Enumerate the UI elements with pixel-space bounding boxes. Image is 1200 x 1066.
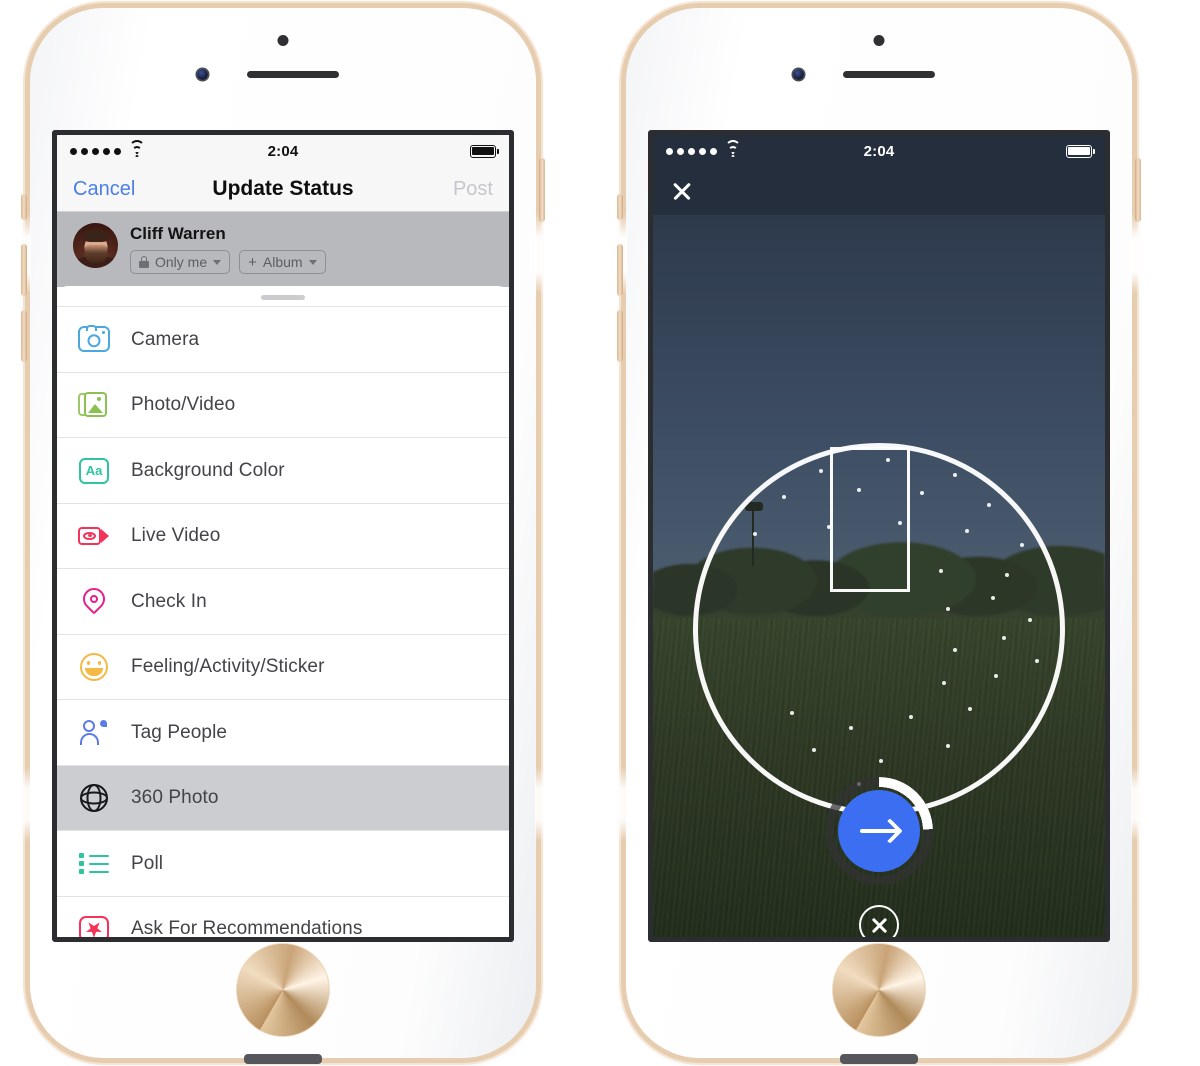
smiley-icon: [78, 651, 110, 683]
live-video-icon: [78, 520, 110, 552]
privacy-selector[interactable]: Only me: [130, 250, 231, 275]
status-bar: 2:04: [57, 135, 509, 167]
360-sphere-icon: [78, 782, 110, 814]
sheet-item-camera[interactable]: Camera: [57, 306, 509, 372]
front-camera-icon: [793, 69, 804, 80]
status-bar-time: 2:04: [267, 142, 299, 160]
sheet-item-recommendations[interactable]: Ask For Recommendations: [57, 895, 509, 939]
capture-navbar: [653, 167, 1105, 215]
sheet-item-check-in[interactable]: Check In: [57, 568, 509, 634]
sheet-item-label: Ask For Recommendations: [131, 918, 363, 939]
volume-down-button[interactable]: [617, 310, 623, 362]
battery-icon: [470, 144, 500, 158]
sheet-item-label: Feeling/Activity/Sticker: [131, 656, 325, 677]
right-phone-screen: 2:04: [648, 130, 1110, 942]
mute-switch[interactable]: [21, 194, 27, 220]
plus-icon: +: [248, 253, 257, 271]
earpiece-speaker: [247, 71, 339, 78]
shutter-control[interactable]: [825, 777, 933, 885]
bottom-speaker: [244, 1054, 322, 1064]
poll-icon: [78, 848, 110, 880]
avatar-hair: [82, 230, 109, 243]
screenshot-stage: 2:04 Cancel Update Status Post Cliff War…: [0, 0, 1200, 1066]
bottom-speaker: [840, 1054, 918, 1064]
sheet-item-label: Poll: [131, 852, 164, 874]
navigation-bar: Cancel Update Status Post: [57, 167, 509, 212]
lock-icon: [139, 256, 149, 269]
arrow-right-icon: [860, 829, 898, 833]
page-title: Update Status: [212, 177, 354, 200]
proximity-sensor-icon: [277, 35, 289, 46]
earpiece-speaker: [843, 71, 935, 78]
chevron-down-icon: [213, 259, 222, 265]
sheet-item-tag-people[interactable]: Tag People: [57, 699, 509, 765]
album-label: Album: [262, 254, 303, 271]
capture-screen: [653, 167, 1105, 937]
sheet-item-photo-video[interactable]: Photo/Video: [57, 371, 509, 438]
proximity-sensor-icon: [873, 35, 885, 46]
camera-viewport[interactable]: [653, 215, 1105, 937]
user-name: Cliff Warren: [130, 224, 226, 243]
left-phone-screen: 2:04 Cancel Update Status Post Cliff War…: [52, 130, 514, 942]
capture-next-button[interactable]: [838, 790, 920, 872]
close-icon[interactable]: [671, 180, 693, 202]
sheet-item-label: Check In: [131, 590, 207, 612]
location-pin-icon: [78, 582, 110, 618]
sheet-item-label: Photo/Video: [131, 394, 236, 415]
composer-chips: Only me + Album: [130, 250, 326, 275]
cancel-capture-icon[interactable]: [859, 905, 899, 937]
volume-up-button[interactable]: [617, 244, 623, 296]
photo-video-icon: [78, 389, 110, 421]
status-bar-right: [1066, 144, 1096, 158]
recommendations-icon: [78, 913, 110, 937]
power-button[interactable]: [1135, 158, 1141, 222]
sheet-item-label: Live Video: [131, 525, 221, 546]
album-selector[interactable]: + Album: [239, 250, 326, 275]
right-phone-device: 2:04: [617, 1, 1141, 1065]
chevron-down-icon: [308, 259, 317, 265]
action-sheet: Camera Photo/Video Aa Background Color L…: [57, 286, 509, 939]
avatar-beard: [84, 244, 107, 263]
home-button[interactable]: [237, 944, 329, 1036]
status-bar-right: [470, 144, 500, 158]
composer-meta: Cliff Warren Only me + Album: [130, 223, 326, 275]
volume-up-button[interactable]: [21, 244, 27, 296]
privacy-label: Only me: [155, 254, 208, 271]
camera-icon: [78, 324, 110, 356]
sheet-item-live-video[interactable]: Live Video: [57, 502, 509, 569]
mute-switch[interactable]: [617, 194, 623, 220]
left-phone-device: 2:04 Cancel Update Status Post Cliff War…: [21, 1, 545, 1065]
sheet-item-feeling[interactable]: Feeling/Activity/Sticker: [57, 633, 509, 700]
sheet-item-label: Background Color: [131, 459, 285, 481]
background-color-icon: Aa: [78, 455, 110, 487]
status-bar-time: 2:04: [863, 142, 895, 160]
tag-people-icon: [78, 717, 110, 749]
sheet-item-label: Camera: [131, 328, 200, 350]
uncaptured-region: [927, 451, 1065, 613]
avatar[interactable]: [73, 223, 118, 268]
viewfinder-rect: [830, 447, 910, 592]
drag-handle[interactable]: [261, 295, 305, 301]
sheet-item-label: 360 Photo: [131, 787, 219, 808]
home-button[interactable]: [833, 944, 925, 1036]
sheet-item-poll[interactable]: Poll: [57, 830, 509, 896]
power-button[interactable]: [539, 158, 545, 222]
status-bar: 2:04: [653, 135, 1105, 167]
sheet-item-label: Tag People: [131, 721, 228, 743]
composer-header: Cliff Warren Only me + Album: [57, 212, 509, 288]
sheet-item-background-color[interactable]: Aa Background Color: [57, 437, 509, 503]
volume-down-button[interactable]: [21, 310, 27, 362]
battery-icon: [1066, 144, 1096, 158]
front-camera-icon: [197, 69, 208, 80]
sheet-item-360-photo[interactable]: 360 Photo: [57, 764, 509, 831]
